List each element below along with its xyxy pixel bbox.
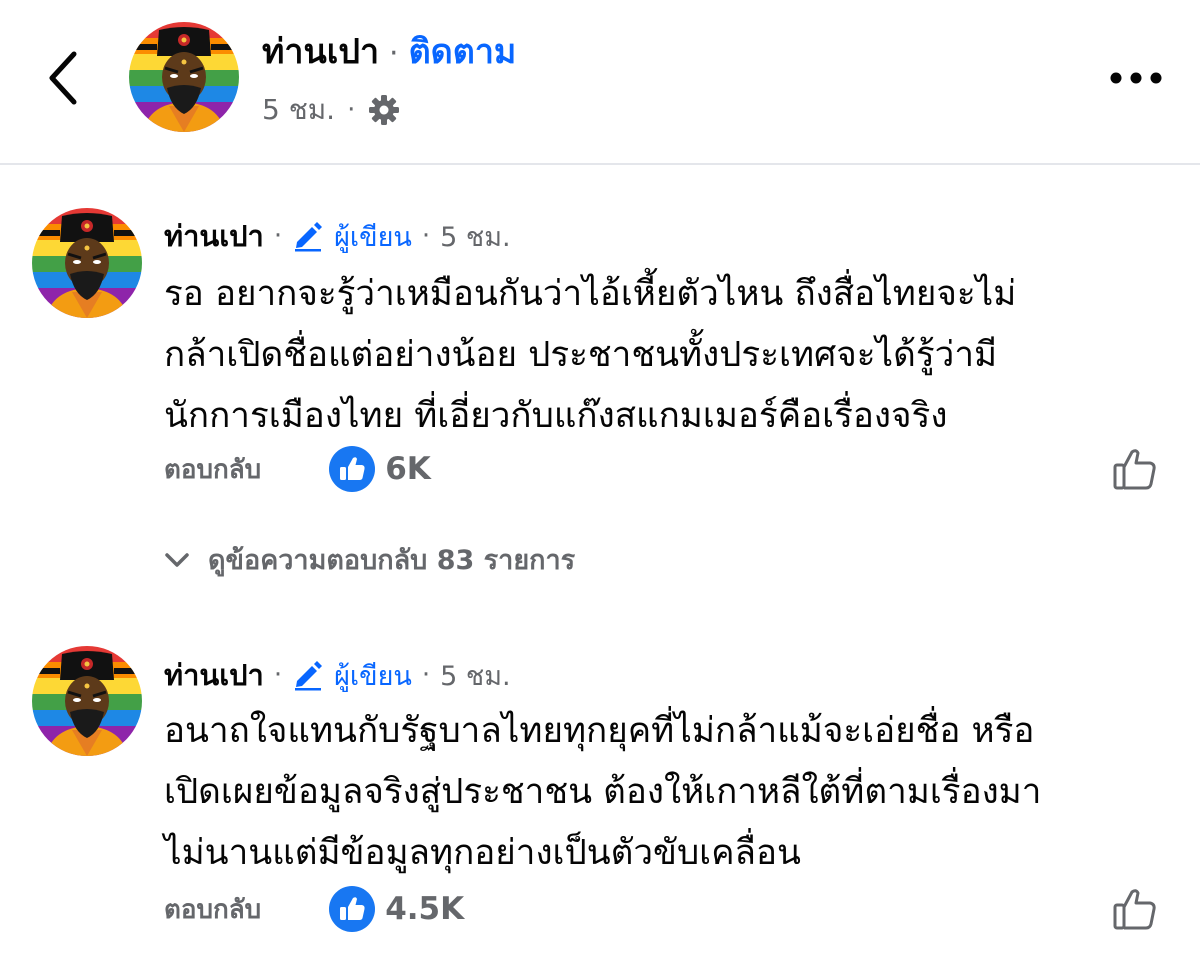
comment-line: นักการเมืองไทย ที่เอี่ยวกับแก๊งสแกมเมอร์… — [164, 396, 948, 436]
avatar[interactable] — [32, 646, 142, 756]
header-title-row: ท่านเปา · ติดตาม — [262, 24, 516, 78]
comment-time[interactable]: 5 ชม. — [440, 654, 510, 697]
reply-button[interactable]: ตอบกลับ — [164, 889, 261, 930]
comment-actions: ตอบกลับ 4.5K — [164, 886, 464, 932]
author-label: ผู้เขียน — [334, 660, 412, 692]
gear-icon[interactable] — [367, 93, 401, 127]
comment-line: รอ อยากจะรู้ว่าเหมือนกันว่าไอ้เหี้ยตัวไห… — [164, 274, 1017, 314]
comment-line: ไม่นานแต่มีข้อมูลทุกอย่างเป็นตัวขับเคลื่… — [164, 833, 801, 873]
comment-header: ท่านเปา · ผู้เขียน · 5 ชม. — [164, 653, 511, 697]
separator-dot: · — [273, 660, 283, 690]
separator-dot: · — [389, 36, 399, 71]
comment-line: อนาถใจแทนกับรัฐบาลไทยทุกยุคที่ไม่กล้าแม้… — [164, 711, 1035, 751]
more-dots-icon — [1110, 72, 1162, 84]
pencil-icon — [295, 222, 323, 252]
more-options-button[interactable] — [1108, 58, 1164, 98]
post-time[interactable]: 5 ชม. — [262, 88, 335, 132]
view-replies-button[interactable]: ดูข้อความตอบกลับ 83 รายการ — [164, 538, 575, 581]
commenter-name[interactable]: ท่านเปา — [164, 652, 264, 698]
like-reaction-icon[interactable] — [329, 446, 376, 492]
avatar-image — [32, 646, 142, 756]
reply-button[interactable]: ตอบกลับ — [164, 449, 261, 490]
author-badge: ผู้เขียน — [292, 215, 412, 258]
separator-dot: · — [273, 221, 283, 251]
like-reaction-icon[interactable] — [329, 886, 376, 932]
author-badge: ผู้เขียน — [292, 654, 412, 697]
avatar[interactable] — [32, 208, 142, 318]
chevron-down-icon — [165, 552, 189, 567]
separator-dot: · — [347, 95, 356, 125]
thumbs-up-icon[interactable] — [1112, 446, 1158, 492]
avatar-image — [32, 208, 142, 318]
like-count[interactable]: 6K — [385, 451, 431, 487]
avatar-image — [129, 22, 239, 132]
author-label: ผู้เขียน — [334, 221, 412, 253]
comment-header: ท่านเปา · ผู้เขียน · 5 ชม. — [164, 214, 511, 258]
comment-line: เปิดเผยข้อมูลจริงสู่ประชาชน ต้องให้เกาหล… — [164, 772, 1042, 812]
post-header: ท่านเปา · ติดตาม 5 ชม. · — [0, 0, 1200, 165]
comment-text: รอ อยากจะรู้ว่าเหมือนกันว่าไอ้เหี้ยตัวไห… — [164, 264, 1154, 447]
comment-actions: ตอบกลับ 6K — [164, 446, 431, 492]
comment-text: อนาถใจแทนกับรัฐบาลไทยทุกยุคที่ไม่กล้าแม้… — [164, 701, 1154, 884]
view-replies-label: ดูข้อความตอบกลับ 83 รายการ — [208, 545, 576, 576]
follow-button[interactable]: ติดตาม — [409, 24, 517, 78]
page-name[interactable]: ท่านเปา — [262, 24, 379, 78]
pencil-icon — [295, 661, 323, 691]
avatar[interactable] — [129, 22, 239, 132]
comment-line: กล้าเปิดชื่อแต่อย่างน้อย ประชาชนทั้งประเ… — [164, 335, 998, 375]
separator-dot: · — [421, 660, 431, 690]
back-button[interactable] — [36, 42, 90, 114]
separator-dot: · — [421, 221, 431, 251]
chevron-left-icon — [49, 51, 77, 105]
comment-time[interactable]: 5 ชม. — [440, 215, 510, 258]
like-count[interactable]: 4.5K — [385, 891, 464, 927]
thumbs-up-icon[interactable] — [1112, 886, 1158, 932]
commenter-name[interactable]: ท่านเปา — [164, 213, 264, 259]
post-meta: 5 ชม. · — [262, 88, 401, 132]
